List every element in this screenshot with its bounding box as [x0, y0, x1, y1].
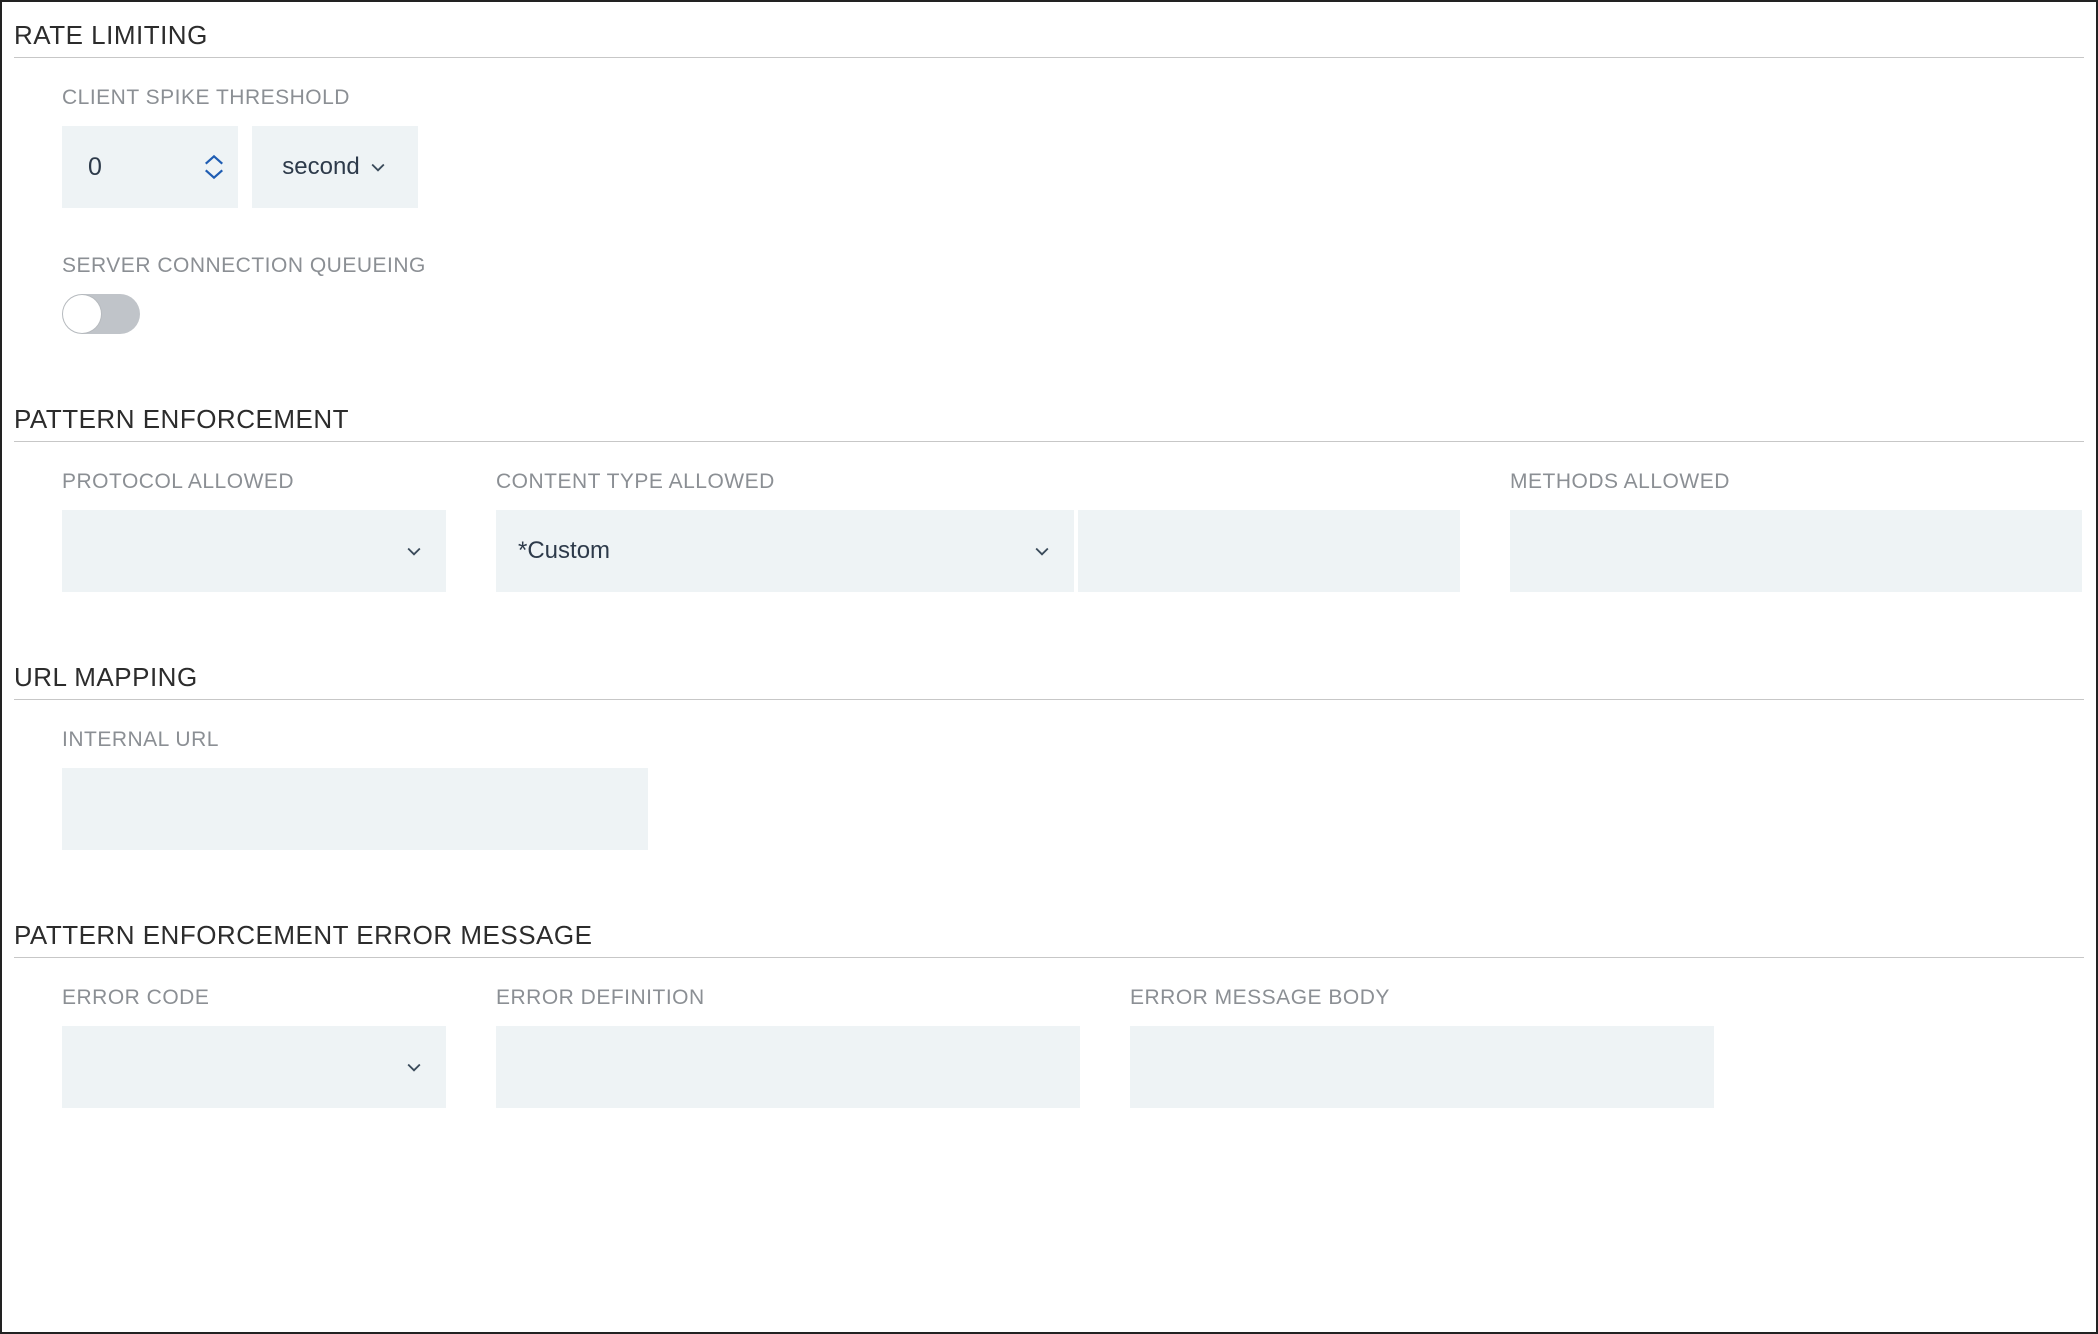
internal-url-field: INTERNAL URL — [12, 728, 2086, 850]
server-queueing-field: SERVER CONNECTION QUEUEING — [12, 254, 2086, 334]
divider — [14, 699, 2084, 700]
client-spike-field: CLIENT SPIKE THRESHOLD 0 second — [12, 86, 2086, 208]
server-queueing-label: SERVER CONNECTION QUEUEING — [62, 254, 2086, 278]
section-title-rate-limiting: RATE LIMITING — [12, 20, 2086, 57]
error-code-select[interactable] — [62, 1026, 446, 1108]
chevron-down-icon — [404, 541, 424, 561]
protocol-allowed-label: PROTOCOL ALLOWED — [62, 470, 446, 494]
pattern-enforcement-row: PROTOCOL ALLOWED CONTENT TYPE ALLOWED *C… — [12, 470, 2086, 592]
stepper-arrows — [190, 126, 238, 208]
error-code-label: ERROR CODE — [62, 986, 446, 1010]
error-body-label: ERROR MESSAGE BODY — [1130, 986, 1714, 1010]
divider — [14, 957, 2084, 958]
client-spike-label: CLIENT SPIKE THRESHOLD — [62, 86, 2086, 110]
toggle-knob — [63, 295, 101, 333]
error-body-input[interactable] — [1130, 1026, 1714, 1108]
error-definition-input[interactable] — [496, 1026, 1080, 1108]
chevron-down-icon — [1032, 541, 1052, 561]
section-title-pattern-enforcement: PATTERN ENFORCEMENT — [12, 404, 2086, 441]
chevron-up-icon[interactable] — [203, 153, 225, 167]
error-definition-field: ERROR DEFINITION — [496, 986, 1080, 1108]
error-message-row: ERROR CODE ERROR DEFINITION ERROR MESSAG… — [12, 986, 2086, 1108]
client-spike-controls: 0 second — [62, 126, 2086, 208]
protocol-allowed-field: PROTOCOL ALLOWED — [62, 470, 446, 592]
section-title-url-mapping: URL MAPPING — [12, 662, 2086, 699]
chevron-down-icon — [368, 157, 388, 177]
config-panel: RATE LIMITING CLIENT SPIKE THRESHOLD 0 s… — [0, 0, 2098, 1334]
client-spike-stepper[interactable]: 0 — [62, 126, 238, 208]
content-type-label: CONTENT TYPE ALLOWED — [496, 470, 1460, 494]
internal-url-input[interactable] — [62, 768, 648, 850]
error-code-field: ERROR CODE — [62, 986, 446, 1108]
section-title-error-message: PATTERN ENFORCEMENT ERROR MESSAGE — [12, 920, 2086, 957]
methods-allowed-input[interactable] — [1510, 510, 2082, 592]
internal-url-label: INTERNAL URL — [62, 728, 2086, 752]
content-type-custom-input[interactable] — [1078, 510, 1460, 592]
methods-allowed-label: METHODS ALLOWED — [1510, 470, 2082, 494]
content-type-select[interactable]: *Custom — [496, 510, 1074, 592]
time-unit-value: second — [282, 153, 359, 181]
content-type-value: *Custom — [518, 537, 610, 565]
error-definition-label: ERROR DEFINITION — [496, 986, 1080, 1010]
server-queueing-toggle[interactable] — [62, 294, 140, 334]
chevron-down-icon — [404, 1057, 424, 1077]
divider — [14, 441, 2084, 442]
error-body-field: ERROR MESSAGE BODY — [1130, 986, 1714, 1108]
methods-allowed-field: METHODS ALLOWED — [1510, 470, 2082, 592]
protocol-allowed-select[interactable] — [62, 510, 446, 592]
content-type-field: CONTENT TYPE ALLOWED *Custom — [496, 470, 1460, 592]
client-spike-value: 0 — [62, 126, 190, 208]
chevron-down-icon[interactable] — [203, 167, 225, 181]
time-unit-select[interactable]: second — [252, 126, 418, 208]
divider — [14, 57, 2084, 58]
